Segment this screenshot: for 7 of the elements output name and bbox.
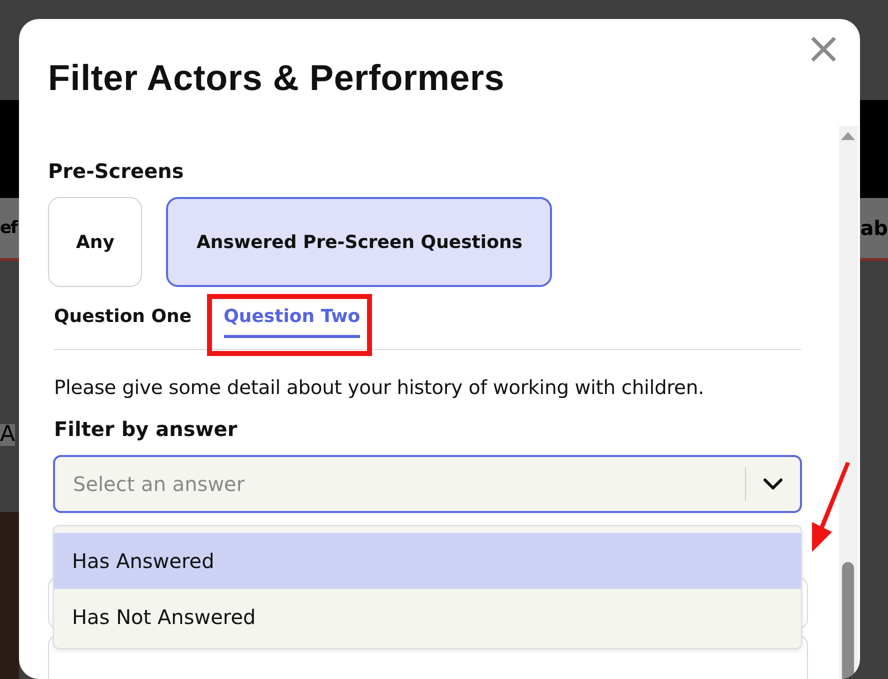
background-text: ab: [860, 218, 888, 238]
section-label: Pre-Screens: [48, 159, 185, 183]
background-text: ef: [0, 220, 17, 236]
background-text: A: [0, 424, 16, 446]
dialog-title: Filter Actors & Performers: [48, 57, 506, 99]
field-label: Filter by answer: [54, 417, 238, 441]
question-text: Please give some detail about your history of working with children.: [54, 376, 706, 399]
